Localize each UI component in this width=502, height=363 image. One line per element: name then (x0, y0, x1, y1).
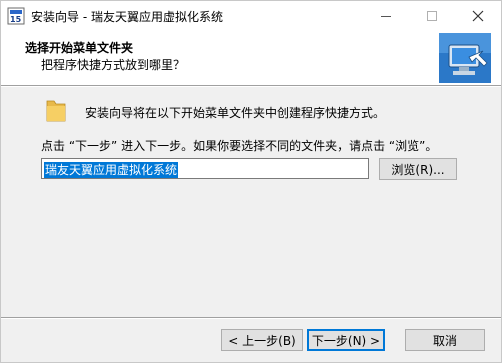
minimize-icon[interactable] (363, 1, 409, 31)
installer-window: 15 安装向导 - 瑞友天翼应用虚拟化系统 选择开始菜单文件夹 把程序快捷方式放… (0, 0, 502, 363)
next-button[interactable]: 下一步(N) > (307, 329, 385, 351)
folder-icon (46, 100, 66, 122)
browse-button[interactable]: 浏览(R)... (379, 158, 457, 180)
footer-divider (1, 317, 501, 319)
setup-app-icon: 15 (7, 7, 25, 25)
title-bar[interactable]: 15 安装向导 - 瑞友天翼应用虚拟化系统 (1, 1, 501, 31)
start-menu-folder-input[interactable]: 瑞友天翼应用虚拟化系统 (41, 158, 369, 179)
window-title: 安装向导 - 瑞友天翼应用虚拟化系统 (31, 10, 223, 24)
close-icon[interactable] (455, 1, 501, 31)
intro-text: 安装向导将在以下开始菜单文件夹中创建程序快捷方式。 (85, 106, 386, 120)
computer-shortcut-icon (439, 33, 491, 83)
wizard-header: 选择开始菜单文件夹 把程序快捷方式放到哪里？ (1, 31, 501, 85)
page-title: 选择开始菜单文件夹 (25, 41, 134, 55)
instruction-text: 点击 “下一步” 进入下一步。如果你要选择不同的文件夹，请点击 “浏览”。 (41, 139, 438, 153)
cancel-button[interactable]: 取消 (405, 329, 485, 351)
selected-folder-text: 瑞友天翼应用虚拟化系统 (44, 162, 179, 178)
svg-text:15: 15 (10, 15, 22, 24)
back-button[interactable]: < 上一步(B) (221, 329, 303, 351)
page-subtitle: 把程序快捷方式放到哪里？ (41, 58, 186, 72)
maximize-icon[interactable] (409, 1, 455, 31)
header-divider (1, 85, 501, 87)
